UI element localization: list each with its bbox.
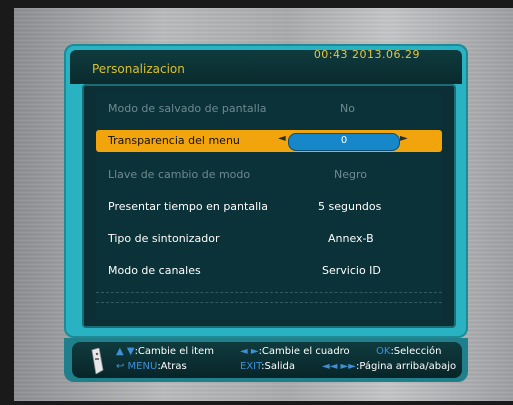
page-keys-icon: ◄◄ ►► (322, 361, 356, 372)
settings-panel: Modo de salvado de pantalla No Transpare… (82, 84, 456, 328)
menu-item-label: Presentar tiempo en pantalla (108, 200, 268, 213)
up-down-keys-icon: ▲ ▼ (116, 346, 135, 357)
left-right-keys-icon: ◄ ► (240, 346, 259, 357)
osd-window: Personalizacion 00:43 2013.06.29 Modo de… (64, 44, 468, 338)
ok-key-icon: OK (376, 346, 391, 357)
clock: 00:43 2013.06.29 (313, 48, 420, 61)
menu-item-label: Modo de salvado de pantalla (108, 102, 267, 115)
help-updown: ▲ ▼:Cambie el item (116, 346, 214, 357)
settings-list: Modo de salvado de pantalla No Transpare… (96, 92, 442, 320)
value-slider[interactable]: 0 (288, 133, 400, 151)
menu-item-mode-key[interactable]: Llave de cambio de modo Negro (96, 164, 442, 186)
menu-item-screensaver[interactable]: Modo de salvado de pantalla No (96, 98, 442, 120)
page-title: Personalizacion (92, 62, 185, 76)
remote-icon (91, 348, 104, 374)
menu-item-value: No (340, 102, 355, 115)
menu-item-value: Annex-B (328, 232, 374, 245)
menu-item-tuner-type[interactable]: Tipo de sintonizador Annex-B (96, 228, 442, 250)
menu-item-label: Modo de canales (108, 264, 201, 277)
menu-item-value: Negro (334, 168, 367, 181)
right-arrow-icon[interactable]: ► (400, 133, 408, 144)
menu-item-channel-mode[interactable]: Modo de canales Servicio ID (96, 260, 442, 282)
help-ok: OK:Selección (376, 346, 442, 357)
menu-item-value: 5 segundos (318, 200, 382, 213)
help-exit: EXIT:Salida (240, 361, 296, 372)
menu-item-value: Servicio ID (322, 264, 381, 277)
menu-item-transparency[interactable]: Transparencia del menu ◄ 0 ► (96, 130, 442, 152)
exit-key-icon: EXIT (240, 361, 262, 372)
menu-item-display-time[interactable]: Presentar tiempo en pantalla 5 segundos (96, 196, 442, 218)
help-leftright: ◄ ►:Cambie el cuadro (240, 346, 350, 357)
menu-item-label: Transparencia del menu (108, 134, 240, 147)
menu-item-label: Llave de cambio de modo (108, 168, 251, 181)
help-menu: ↩ MENU:Atras (116, 361, 187, 372)
left-arrow-icon[interactable]: ◄ (278, 133, 286, 144)
menu-item-label: Tipo de sintonizador (108, 232, 220, 245)
menu-item-value: 0 (340, 135, 348, 146)
menu-key-icon: ↩ MENU (116, 361, 158, 372)
help-bar-frame: ▲ ▼:Cambie el item ◄ ►:Cambie el cuadro … (64, 338, 468, 382)
divider (96, 302, 442, 304)
help-bar: ▲ ▼:Cambie el item ◄ ►:Cambie el cuadro … (72, 342, 462, 378)
divider (96, 292, 442, 294)
help-page: ◄◄ ►►:Página arriba/abajo (322, 361, 457, 372)
